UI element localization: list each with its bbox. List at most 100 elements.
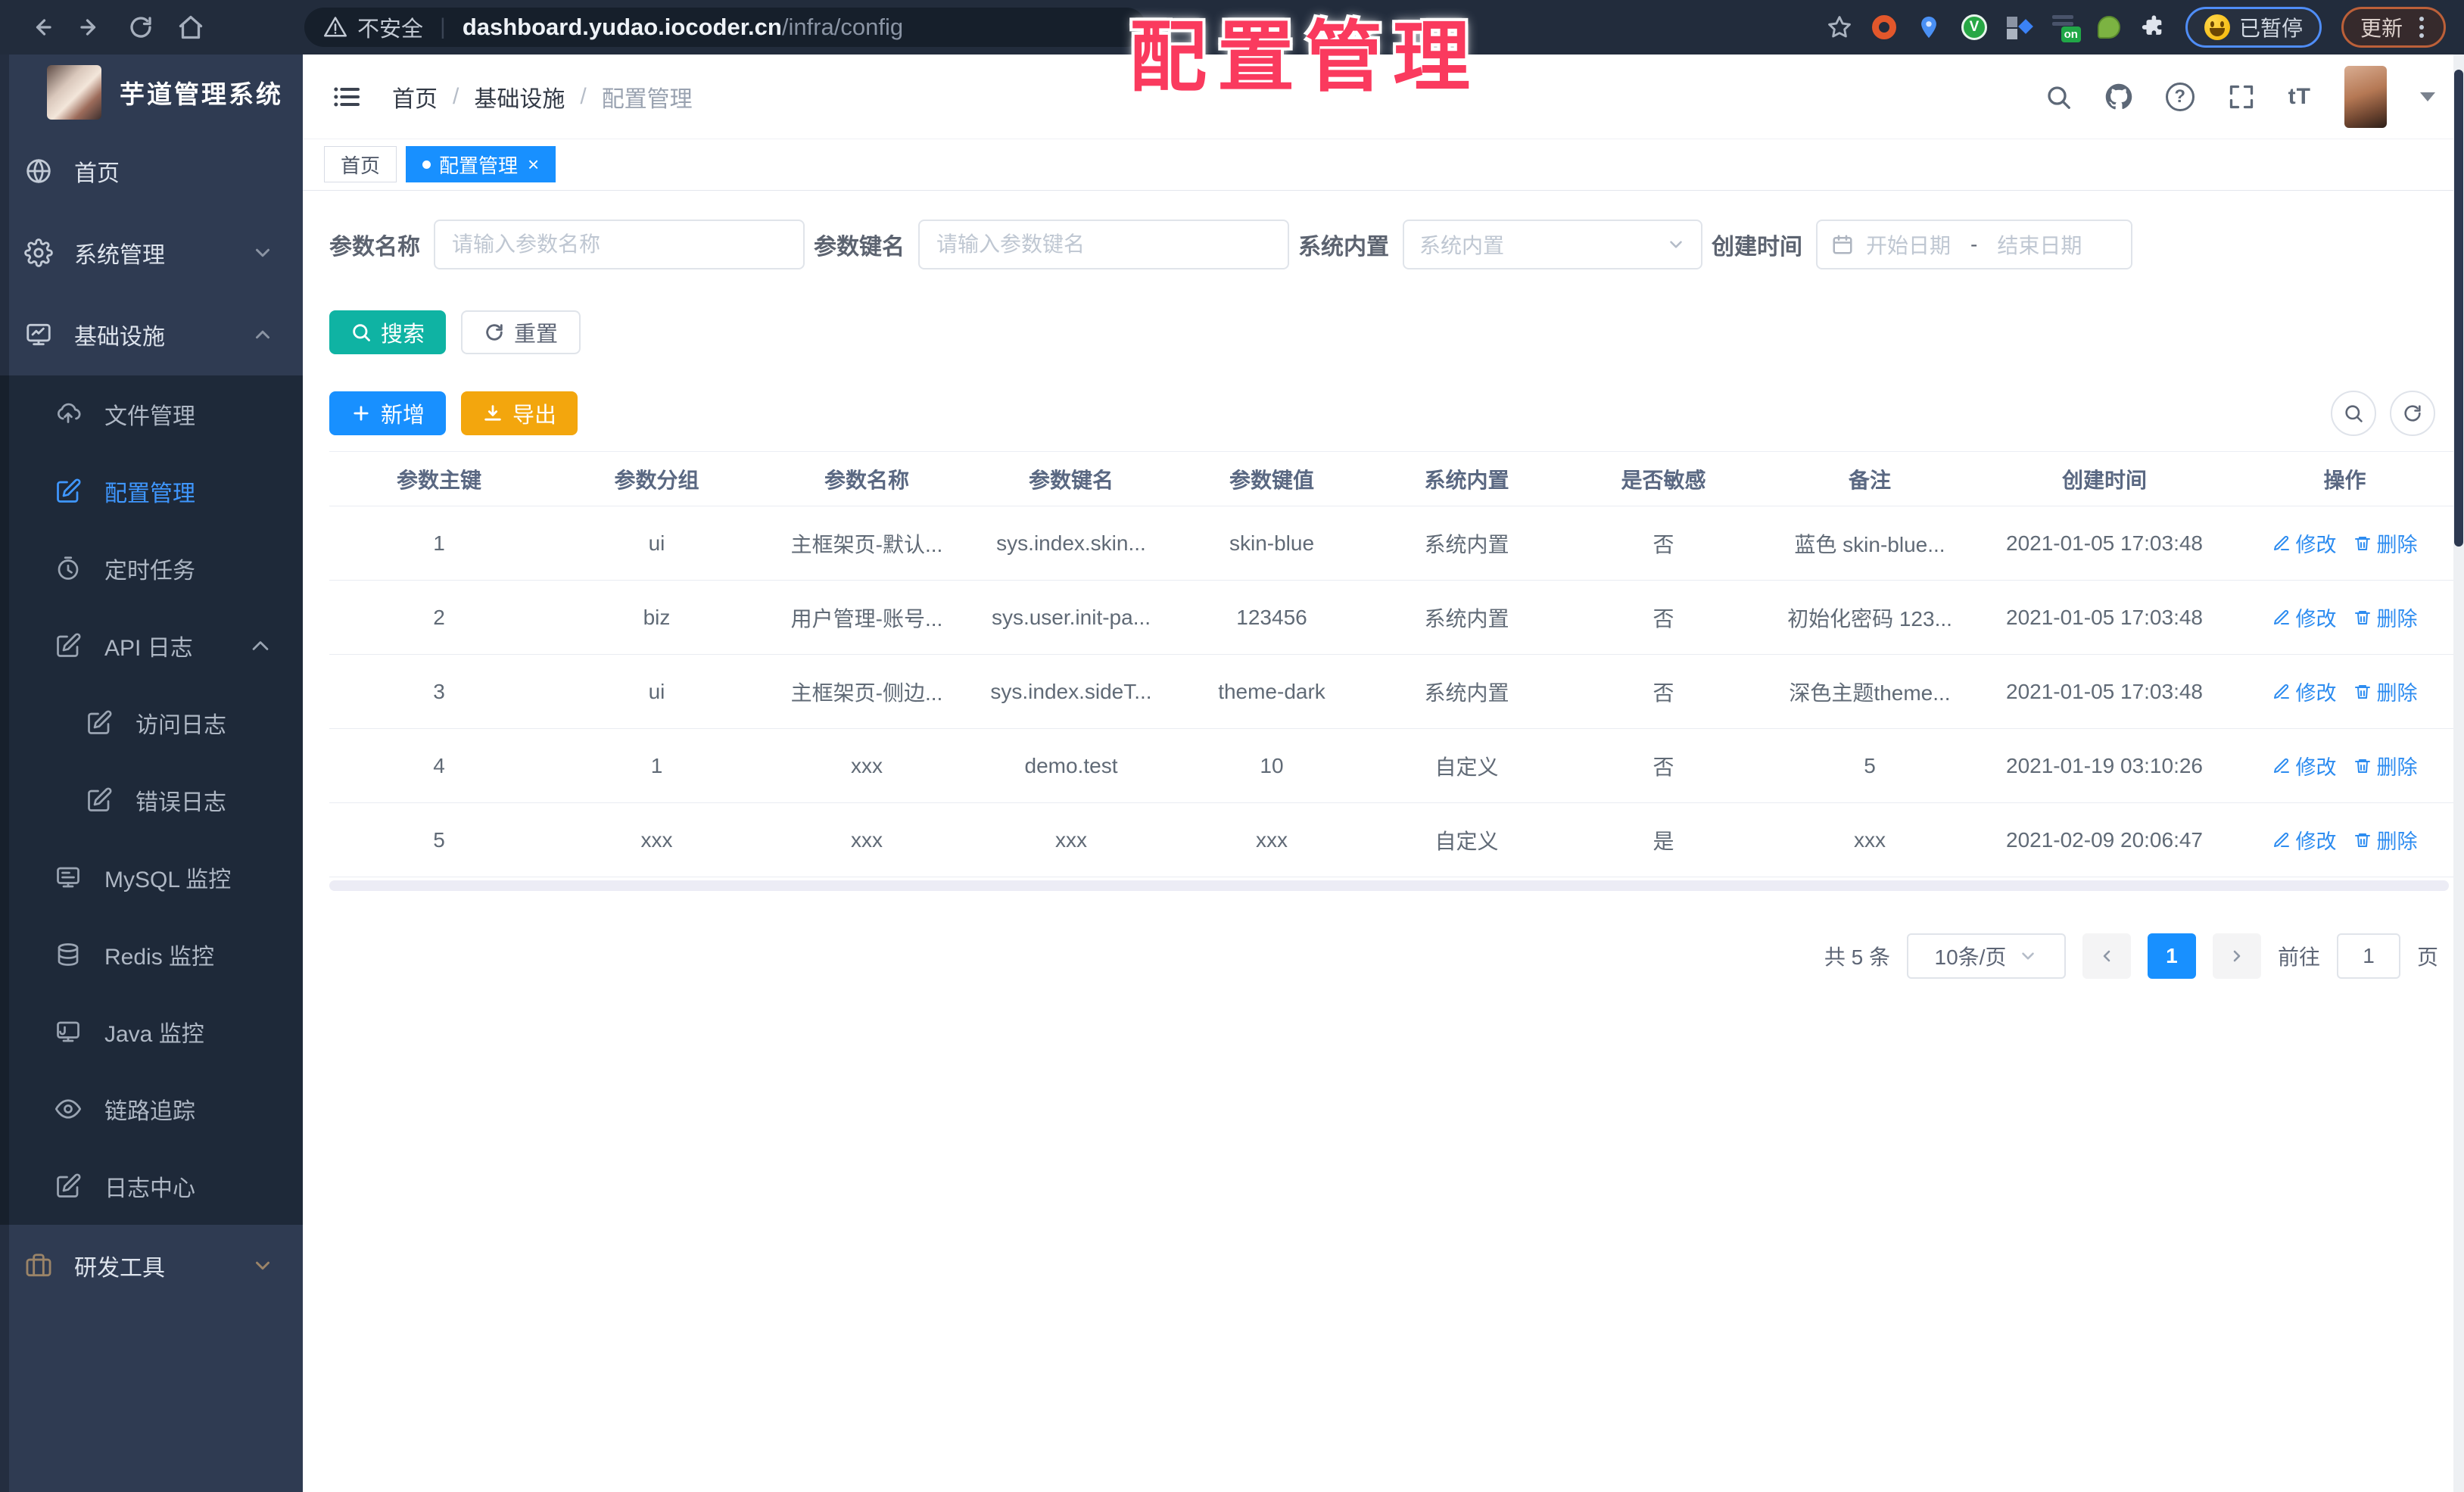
param-key-input[interactable] <box>918 220 1289 269</box>
current-page-button[interactable]: 1 <box>2147 933 2196 979</box>
extension-leaf-icon[interactable] <box>2097 16 2120 39</box>
sidebar-item-infra[interactable]: 基础设施 <box>0 294 303 375</box>
delete-link[interactable]: 删除 <box>2353 677 2418 706</box>
cell-actions: 修改 删除 <box>2233 506 2456 581</box>
cell-remark: 蓝色 skin-blue... <box>1764 506 1976 581</box>
param-name-input[interactable] <box>434 220 805 269</box>
tab-home[interactable]: 首页 <box>324 146 397 182</box>
hide-search-button[interactable] <box>2331 391 2376 436</box>
address-bar[interactable]: 不安全 | dashboard.yudao.iocoder.cn/infra/c… <box>304 8 1146 47</box>
bookmark-star-icon[interactable] <box>1827 14 1852 40</box>
sidebar-item-java[interactable]: Java 监控 <box>0 993 303 1070</box>
cell-value: skin-blue <box>1173 506 1370 581</box>
extension-pin-icon[interactable] <box>1916 14 1942 40</box>
breadcrumb-home[interactable]: 首页 <box>392 80 438 114</box>
date-range-picker[interactable]: 开始日期 - 结束日期 <box>1816 220 2132 269</box>
sidebar-item-api-log[interactable]: API 日志 <box>0 607 303 684</box>
url-divider: | <box>440 14 446 39</box>
sidebar-item-mysql[interactable]: MySQL 监控 <box>0 839 303 916</box>
edit-link[interactable]: 修改 <box>2272 677 2337 706</box>
cell-id: 4 <box>329 728 549 803</box>
scrollbar-thumb[interactable] <box>2454 70 2463 547</box>
font-size-icon[interactable]: tT <box>2288 84 2311 110</box>
delete-link[interactable]: 删除 <box>2353 751 2418 780</box>
sidebar-item-error-log[interactable]: 错误日志 <box>0 762 303 839</box>
monitor-chart-icon <box>26 323 51 346</box>
header-search-icon[interactable] <box>2045 83 2072 111</box>
download-icon <box>484 405 501 421</box>
url-path: /infra/config <box>781 14 904 40</box>
sidebar-item-log-center[interactable]: 日志中心 <box>0 1148 303 1225</box>
export-button[interactable]: 导出 <box>461 391 578 435</box>
next-page-button[interactable] <box>2212 933 2261 979</box>
help-icon[interactable]: ? <box>2165 82 2195 111</box>
sidebar-logo[interactable]: 芋道管理系统 <box>0 55 303 130</box>
edit-link[interactable]: 修改 <box>2272 603 2337 632</box>
page-scrollbar[interactable] <box>2453 55 2464 1492</box>
cell-value: theme-dark <box>1173 654 1370 729</box>
extension-v-icon[interactable]: V <box>1961 14 1987 40</box>
edit-link[interactable]: 修改 <box>2272 751 2337 780</box>
browser-home-icon[interactable] <box>177 14 204 41</box>
reset-button[interactable]: 重置 <box>461 310 581 354</box>
sidebar-item-trace[interactable]: 链路追踪 <box>0 1070 303 1148</box>
cell-actions: 修改 删除 <box>2233 802 2456 877</box>
tab-close-icon[interactable]: × <box>528 154 539 174</box>
extension-donut-icon[interactable] <box>1871 15 1896 39</box>
timer-icon <box>58 556 79 580</box>
document-log-icon <box>57 1173 81 1198</box>
delete-link[interactable]: 删除 <box>2353 603 2418 632</box>
extension-grid-icon[interactable] <box>2006 15 2033 39</box>
cell-sensitive: 否 <box>1563 506 1764 581</box>
edit-link[interactable]: 修改 <box>2272 825 2337 855</box>
sidebar-item-dev-tools[interactable]: 研发工具 <box>0 1225 303 1307</box>
cell-type: 自定义 <box>1370 728 1563 803</box>
sidebar-item-access-log[interactable]: 访问日志 <box>0 684 303 762</box>
table-horizontal-scrollbar[interactable] <box>329 880 2449 891</box>
sidebar-item-home[interactable]: 首页 <box>0 130 303 212</box>
prev-page-button[interactable] <box>2082 933 2131 979</box>
sidebar-collapse-icon[interactable] <box>332 82 362 112</box>
delete-link[interactable]: 删除 <box>2353 528 2418 558</box>
app-title: 芋道管理系统 <box>120 80 283 108</box>
cell-sensitive: 是 <box>1563 802 1764 877</box>
sidebar-item-redis[interactable]: Redis 监控 <box>0 916 303 993</box>
paused-badge[interactable]: 已暂停 <box>2185 7 2322 48</box>
edit-link[interactable]: 修改 <box>2272 528 2337 558</box>
avatar-caret-icon[interactable] <box>2420 92 2435 101</box>
cell-group: biz <box>549 580 765 655</box>
browser-back-icon[interactable] <box>27 14 55 41</box>
refresh-table-button[interactable] <box>2390 391 2435 436</box>
update-badge[interactable]: 更新 <box>2341 7 2446 48</box>
browser-forward-icon[interactable] <box>77 14 104 41</box>
refresh-icon <box>486 324 503 341</box>
sidebar-item-job[interactable]: 定时任务 <box>0 530 303 607</box>
github-icon[interactable] <box>2105 83 2132 111</box>
table-row: 4 1 xxx demo.test 10 自定义否 5 2021-01-19 03:10:26… <box>329 728 2456 803</box>
url-host: dashboard.yudao.iocoder.cn <box>462 14 782 40</box>
delete-link[interactable]: 删除 <box>2353 825 2418 855</box>
goto-page-input[interactable] <box>2336 933 2400 979</box>
extensions-puzzle-icon[interactable] <box>2140 14 2166 40</box>
sidebar-item-file[interactable]: 文件管理 <box>0 375 303 453</box>
cell-id: 2 <box>329 580 549 655</box>
cell-name: 用户管理-账号... <box>765 580 969 655</box>
breadcrumb-infra[interactable]: 基础设施 <box>474 80 565 114</box>
builtin-select[interactable]: 系统内置 <box>1403 220 1702 269</box>
page-size-select[interactable]: 10条/页 <box>1906 933 2066 979</box>
extension-on-icon[interactable]: on <box>2051 14 2081 42</box>
tab-bar: 首页 配置管理 × <box>303 139 2464 191</box>
search-button[interactable]: 搜索 <box>329 310 447 354</box>
cell-key: xxx <box>969 802 1173 877</box>
sidebar-item-config[interactable]: 配置管理 <box>0 453 303 530</box>
edit-pencil-icon <box>2273 609 2289 625</box>
param-name-label: 参数名称 <box>329 235 420 260</box>
add-button[interactable]: 新增 <box>329 391 447 435</box>
browser-menu-kebab-icon[interactable] <box>2416 14 2427 41</box>
fullscreen-icon[interactable] <box>2228 83 2255 111</box>
sidebar-item-system[interactable]: 系统管理 <box>0 212 303 294</box>
cell-name: xxx <box>765 728 969 803</box>
user-avatar[interactable] <box>2344 65 2387 128</box>
browser-refresh-icon[interactable] <box>127 14 154 41</box>
tab-config-active[interactable]: 配置管理 × <box>406 146 556 182</box>
